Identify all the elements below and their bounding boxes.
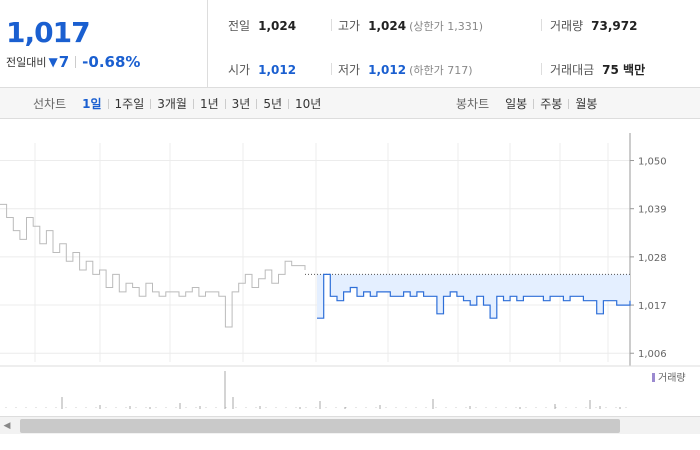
- stat-label: 고가: [338, 19, 361, 33]
- candle-monthly[interactable]: 월봉: [569, 95, 603, 112]
- line-chart-label: 선차트: [33, 97, 67, 111]
- stat-high: 고가 1,024 (상한가 1,331): [338, 17, 483, 34]
- divider: [541, 19, 542, 31]
- stat-sub: (상한가 1,331): [409, 20, 483, 33]
- stat-value: 73,972: [591, 19, 638, 33]
- chart-scrollbar[interactable]: ◀: [0, 416, 700, 434]
- stat-label: 시가: [228, 63, 251, 77]
- divider: [331, 19, 332, 31]
- candle-chart-periods: 봉차트 일봉 주봉 월봉: [456, 88, 603, 119]
- price-change-row: 전일대비 ▼ 7 -0.68%: [6, 53, 140, 71]
- candle-weekly[interactable]: 주봉: [534, 95, 568, 112]
- period-1d[interactable]: 1일: [76, 95, 107, 112]
- stat-sub: (하한가 717): [409, 64, 473, 77]
- y-tick-label: 1,050: [638, 157, 667, 168]
- volume-legend-label: 거래량: [658, 372, 686, 384]
- period-1y[interactable]: 1년: [194, 95, 225, 112]
- stat-label: 거래대금: [550, 63, 595, 77]
- divider: [75, 56, 77, 68]
- divider: [541, 63, 542, 75]
- volume-legend-swatch: [652, 373, 655, 382]
- period-10y[interactable]: 10년: [289, 95, 327, 112]
- current-price: 1,017: [6, 16, 91, 49]
- down-arrow-icon: ▼: [48, 55, 58, 69]
- change-percent: -0.68%: [82, 53, 141, 71]
- period-3y[interactable]: 3년: [226, 95, 257, 112]
- stat-label: 거래량: [550, 19, 584, 33]
- stat-value: 1,012: [258, 63, 297, 77]
- period-1w[interactable]: 1주일: [109, 95, 151, 112]
- stat-label: 저가: [338, 63, 361, 77]
- price-chart-svg: 1,050 1,039 1,028 1,017 1,006 거래량: [0, 133, 700, 409]
- quote-summary: 1,017 전일대비 ▼ 7 -0.68% 전일 1,024 고가 1,024 …: [0, 0, 700, 88]
- stat-amount: 거래대금 75 백만: [550, 61, 645, 78]
- stat-value: 1,024: [258, 19, 297, 33]
- change-value: 7: [58, 53, 70, 71]
- stat-low: 저가 1,012 (하한가 717): [338, 61, 473, 78]
- y-tick-label: 1,039: [638, 205, 667, 216]
- stat-label: 전일: [228, 19, 251, 33]
- candle-chart-label: 봉차트: [456, 97, 490, 111]
- y-tick-label: 1,006: [638, 349, 667, 360]
- candle-daily[interactable]: 일봉: [499, 95, 533, 112]
- y-tick-label: 1,028: [638, 253, 667, 264]
- scroll-left-icon[interactable]: ◀: [2, 420, 12, 432]
- change-label: 전일대비: [6, 56, 47, 69]
- chart-toolbar: 선차트 1일 1주일 3개월 1년 3년 5년 10년 봉차트 일봉 주봉 월봉: [0, 88, 700, 119]
- price-chart: 1,050 1,039 1,028 1,017 1,006 거래량: [0, 119, 700, 410]
- price-box: 1,017 전일대비 ▼ 7 -0.68%: [0, 0, 208, 88]
- period-5y[interactable]: 5년: [257, 95, 288, 112]
- stat-open: 시가 1,012: [228, 61, 296, 78]
- stat-volume: 거래량 73,972: [550, 17, 637, 34]
- stat-value: 75 백만: [602, 63, 646, 77]
- divider: [331, 63, 332, 75]
- stat-value: 1,024: [368, 19, 407, 33]
- scroll-thumb[interactable]: [20, 419, 620, 433]
- period-3m[interactable]: 3개월: [151, 95, 193, 112]
- stat-prev-close: 전일 1,024: [228, 17, 296, 34]
- prev-day-line: [0, 203, 306, 328]
- stat-value: 1,012: [368, 63, 407, 77]
- y-tick-label: 1,017: [638, 301, 667, 312]
- line-chart-periods: 선차트 1일 1주일 3개월 1년 3년 5년 10년: [33, 88, 327, 119]
